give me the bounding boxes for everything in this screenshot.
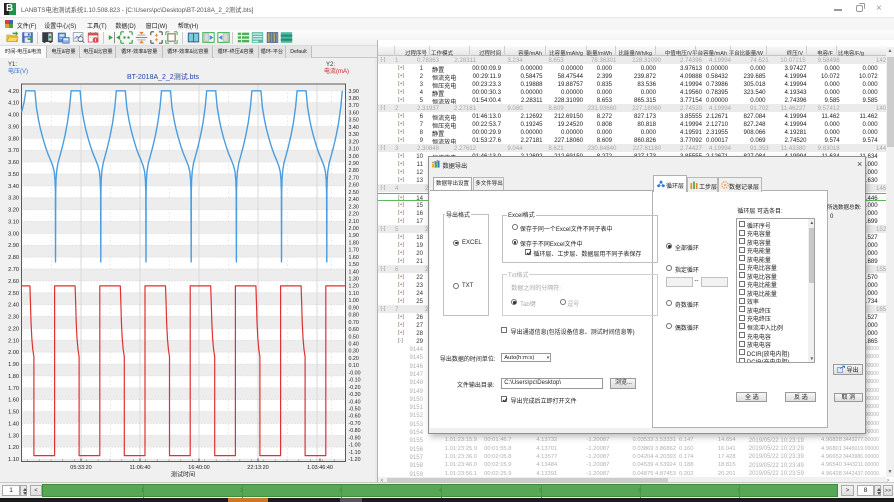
svg-text:-0.40: -0.40 — [349, 399, 361, 405]
svg-text:Y2:: Y2: — [326, 62, 335, 68]
svg-text:0.20: 0.20 — [349, 356, 359, 362]
svg-text:4.00: 4.00 — [8, 113, 19, 119]
svg-text:-1.10: -1.10 — [349, 450, 361, 456]
svg-text:2.80: 2.80 — [8, 255, 19, 261]
svg-text:2.70: 2.70 — [8, 267, 19, 273]
svg-text:1.03:46:40: 1.03:46:40 — [307, 465, 333, 471]
svg-text:3.40: 3.40 — [349, 125, 359, 131]
svg-text:1.70: 1.70 — [8, 386, 19, 392]
svg-text:-1.20: -1.20 — [349, 457, 361, 463]
svg-text:-0.50: -0.50 — [349, 406, 361, 412]
svg-text:-0.90: -0.90 — [349, 435, 361, 441]
svg-text:1.00: 1.00 — [349, 298, 359, 304]
svg-text:电压(V): 电压(V) — [8, 67, 28, 75]
svg-text:3.20: 3.20 — [349, 139, 359, 145]
svg-text:2.90: 2.90 — [349, 161, 359, 167]
svg-text:3.80: 3.80 — [349, 96, 359, 102]
svg-text:3.90: 3.90 — [8, 124, 19, 130]
svg-text:4.10: 4.10 — [8, 101, 19, 107]
svg-text:1.60: 1.60 — [8, 398, 19, 404]
svg-text:1.40: 1.40 — [349, 269, 359, 275]
svg-text:2.30: 2.30 — [8, 315, 19, 321]
svg-text:3.80: 3.80 — [8, 136, 19, 142]
svg-text:2.30: 2.30 — [349, 204, 359, 210]
svg-text:2.20: 2.20 — [349, 212, 359, 218]
svg-text:2.10: 2.10 — [349, 219, 359, 225]
svg-text:3.70: 3.70 — [8, 148, 19, 154]
svg-text:1.30: 1.30 — [8, 433, 19, 439]
svg-text:1.90: 1.90 — [349, 233, 359, 239]
svg-text:2.80: 2.80 — [349, 168, 359, 174]
svg-text:22:13:20: 22:13:20 — [247, 465, 268, 471]
svg-text:1.80: 1.80 — [349, 240, 359, 246]
svg-text:-0.70: -0.70 — [349, 421, 361, 427]
svg-text:-0.20: -0.20 — [349, 385, 361, 391]
svg-text:1.10: 1.10 — [8, 457, 19, 463]
svg-text:2.20: 2.20 — [8, 326, 19, 332]
svg-text:BT-2018A_2_2测试.bts: BT-2018A_2_2测试.bts — [127, 72, 199, 81]
svg-text:1.30: 1.30 — [349, 277, 359, 283]
svg-text:2.40: 2.40 — [349, 197, 359, 203]
svg-text:2.90: 2.90 — [8, 243, 19, 249]
svg-text:i: i — [94, 38, 95, 44]
svg-text:0.30: 0.30 — [349, 349, 359, 355]
svg-text:0.10: 0.10 — [349, 363, 359, 369]
svg-text:2.70: 2.70 — [349, 175, 359, 181]
svg-text:1.80: 1.80 — [8, 374, 19, 380]
svg-text:1.20: 1.20 — [8, 445, 19, 451]
svg-text:0.90: 0.90 — [349, 305, 359, 311]
svg-text:-0.30: -0.30 — [349, 392, 361, 398]
svg-text:1.50: 1.50 — [349, 262, 359, 268]
svg-text:-0.00: -0.00 — [349, 370, 361, 376]
svg-text:1.50: 1.50 — [8, 410, 19, 416]
svg-text:1.40: 1.40 — [8, 421, 19, 427]
svg-text:1.70: 1.70 — [349, 248, 359, 254]
svg-text:2.40: 2.40 — [8, 303, 19, 309]
svg-text:3.40: 3.40 — [8, 184, 19, 190]
svg-text:0.40: 0.40 — [349, 342, 359, 348]
svg-text:测试时间: 测试时间 — [171, 471, 195, 479]
svg-text:1.10: 1.10 — [349, 291, 359, 297]
svg-text:2.00: 2.00 — [8, 350, 19, 356]
svg-text:2.60: 2.60 — [349, 183, 359, 189]
svg-text:1.90: 1.90 — [8, 362, 19, 368]
svg-text:-0.10: -0.10 — [349, 378, 361, 384]
svg-text:05:33:20: 05:33:20 — [70, 465, 91, 471]
svg-text:电流(mA): 电流(mA) — [324, 67, 349, 75]
svg-text:1.20: 1.20 — [349, 284, 359, 290]
svg-text:4.20: 4.20 — [8, 89, 19, 95]
svg-text:-0.60: -0.60 — [349, 414, 361, 420]
svg-text:1.60: 1.60 — [349, 255, 359, 261]
svg-text:3.00: 3.00 — [8, 231, 19, 237]
svg-text:3.90: 3.90 — [349, 89, 359, 95]
svg-text:0.70: 0.70 — [349, 320, 359, 326]
svg-text:3.50: 3.50 — [349, 118, 359, 124]
svg-text:0.80: 0.80 — [349, 313, 359, 319]
svg-text:3.70: 3.70 — [349, 103, 359, 109]
svg-text:0.50: 0.50 — [349, 334, 359, 340]
svg-text:Y1:: Y1: — [8, 62, 17, 68]
svg-text:-0.80: -0.80 — [349, 428, 361, 434]
svg-text:3.30: 3.30 — [8, 196, 19, 202]
svg-text:3.20: 3.20 — [8, 208, 19, 214]
svg-text:3.30: 3.30 — [349, 132, 359, 138]
svg-text:16:40:00: 16:40:00 — [188, 465, 209, 471]
svg-text:2.10: 2.10 — [8, 338, 19, 344]
svg-text:3.60: 3.60 — [8, 160, 19, 166]
svg-text:2.60: 2.60 — [8, 279, 19, 285]
svg-text:3.10: 3.10 — [349, 147, 359, 153]
svg-text:3.10: 3.10 — [8, 219, 19, 225]
svg-text:3.50: 3.50 — [8, 172, 19, 178]
svg-text:3.60: 3.60 — [349, 110, 359, 116]
svg-text:11:06:40: 11:06:40 — [129, 465, 150, 471]
svg-text:2.50: 2.50 — [349, 190, 359, 196]
svg-text:3.00: 3.00 — [349, 154, 359, 160]
svg-text:2.00: 2.00 — [349, 226, 359, 232]
svg-text:0.60: 0.60 — [349, 327, 359, 333]
svg-text:-1.00: -1.00 — [349, 443, 361, 449]
svg-text:2.50: 2.50 — [8, 291, 19, 297]
